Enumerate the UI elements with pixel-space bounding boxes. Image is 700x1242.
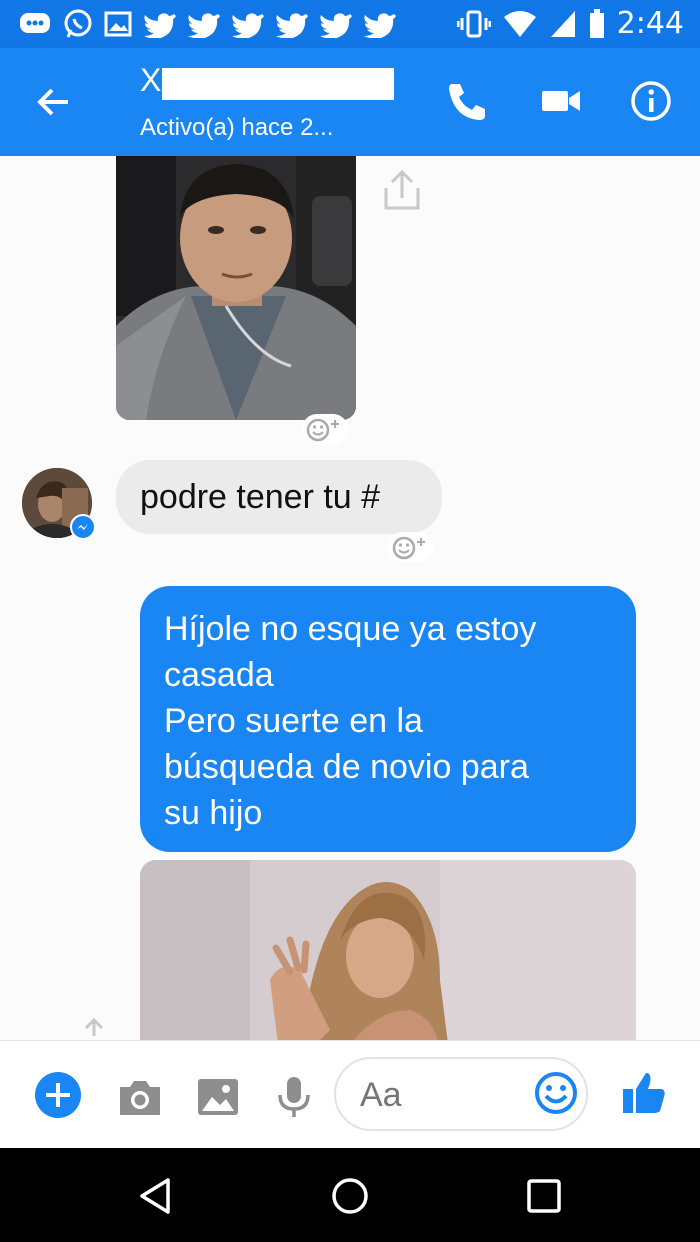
whatsapp-icon bbox=[64, 9, 92, 38]
message-line: Híjole no esque ya estoy bbox=[164, 610, 537, 648]
thumbs-up-icon[interactable] bbox=[620, 1069, 668, 1117]
redaction-bar bbox=[162, 68, 394, 100]
vibrate-icon bbox=[456, 10, 491, 37]
add-icon[interactable] bbox=[34, 1071, 82, 1119]
twitter-icon bbox=[144, 13, 176, 38]
chat-notification-icon bbox=[20, 13, 50, 33]
nav-back-icon[interactable] bbox=[136, 1176, 176, 1216]
nav-home-icon[interactable] bbox=[330, 1176, 370, 1216]
message-composer bbox=[0, 1040, 700, 1149]
nav-recents-icon[interactable] bbox=[524, 1176, 564, 1216]
twitter-icon bbox=[364, 13, 396, 38]
incoming-message-bubble[interactable]: podre tener tu # bbox=[116, 460, 442, 534]
add-reaction-icon[interactable] bbox=[302, 414, 348, 444]
info-icon[interactable] bbox=[628, 78, 674, 124]
microphone-icon[interactable] bbox=[270, 1073, 318, 1121]
phone-icon[interactable] bbox=[444, 78, 490, 124]
message-line: Pero suerte en la bbox=[164, 702, 423, 740]
notification-icons bbox=[18, 8, 396, 40]
twitter-icon bbox=[188, 13, 220, 38]
gallery-icon[interactable] bbox=[194, 1073, 242, 1121]
share-icon[interactable] bbox=[380, 166, 424, 214]
twitter-icon bbox=[232, 13, 264, 38]
outgoing-message-bubble[interactable]: Híjole no esque ya estoy casada Pero sue… bbox=[140, 586, 636, 852]
message-input[interactable] bbox=[358, 1075, 512, 1116]
battery-icon bbox=[589, 8, 604, 38]
android-navigation-bar bbox=[0, 1148, 700, 1242]
emoji-icon[interactable] bbox=[532, 1069, 580, 1117]
contact-name[interactable]: X bbox=[140, 62, 161, 99]
camera-icon[interactable] bbox=[116, 1073, 164, 1121]
message-thread[interactable]: podre tener tu # Híjole no esque ya esto… bbox=[0, 156, 700, 1040]
conversation-header: X Activo(a) hace 2... bbox=[0, 48, 700, 156]
image-icon bbox=[104, 11, 132, 37]
twitter-icon bbox=[276, 13, 308, 38]
twitter-icon bbox=[320, 13, 352, 38]
status-bar: 2:44 bbox=[0, 0, 700, 48]
system-status: 2:44 bbox=[456, 6, 684, 41]
gif-image bbox=[140, 860, 636, 1040]
back-arrow-icon[interactable] bbox=[34, 82, 74, 122]
clock: 2:44 bbox=[616, 6, 684, 41]
messenger-badge-icon bbox=[70, 514, 96, 540]
share-icon[interactable] bbox=[80, 1016, 108, 1036]
message-line: casada bbox=[164, 656, 274, 694]
presence-status: Activo(a) hace 2... bbox=[140, 114, 334, 141]
selfie-image bbox=[116, 156, 356, 420]
video-camera-icon[interactable] bbox=[538, 78, 584, 124]
received-photo[interactable] bbox=[116, 156, 356, 420]
wifi-icon bbox=[503, 10, 536, 37]
sent-gif[interactable] bbox=[140, 860, 636, 1040]
signal-icon bbox=[550, 10, 575, 37]
message-line: su hijo bbox=[164, 794, 263, 832]
message-line: búsqueda de novio para bbox=[164, 748, 529, 786]
message-input-container[interactable] bbox=[334, 1057, 588, 1131]
add-reaction-icon[interactable] bbox=[388, 532, 434, 562]
